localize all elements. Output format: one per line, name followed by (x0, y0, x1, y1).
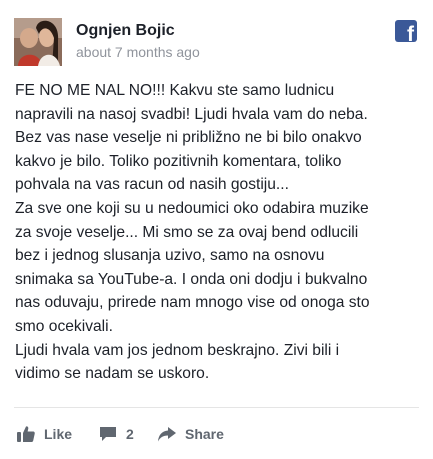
post-line: vidimo se nadam se uskoro. (15, 365, 210, 383)
review-card: Ognjen Bojic about 7 months ago f FE NO … (0, 0, 433, 459)
post-line: Za sve one koji su u nedoumici oko odabi… (15, 199, 369, 217)
facebook-icon[interactable]: f (395, 20, 417, 42)
share-arrow-icon (157, 425, 177, 443)
like-button[interactable]: Like (16, 420, 72, 448)
share-label: Share (185, 426, 224, 442)
post-text: FE NO ME NAL NO!!! Kakvu ste samo ludnic… (15, 79, 420, 386)
post-line: za svoje veselje... Mi smo se za ovaj be… (15, 223, 359, 241)
author-name[interactable]: Ognjen Bojic (76, 22, 175, 40)
post-line: FE NO ME NAL NO!!! Kakvu ste samo ludnic… (15, 82, 335, 99)
post-line: Bez vas nase veselje ni približno ne bi … (15, 129, 362, 147)
post-line: Ljudi hvala vam jos jednom beskrajno. Zi… (15, 341, 340, 359)
post-actions: Like 2 Share (16, 420, 417, 448)
avatar-photo (14, 18, 62, 66)
post-line: kakvo je bilo. Toliko pozitivnih komenta… (15, 152, 342, 170)
actions-divider (14, 407, 419, 408)
comment-button[interactable]: 2 (98, 420, 134, 448)
facebook-f-glyph: f (407, 23, 414, 42)
comment-icon (98, 425, 118, 443)
post-line: snimaka sa YouTube-a. I onda oni dodju i… (15, 270, 368, 288)
avatar[interactable] (14, 18, 62, 66)
post-line: bez i jednog slusanja uzivo, samo na osn… (15, 247, 325, 265)
post-line: pohvala na vas racun od nasih gostiju... (15, 176, 289, 194)
post-line: smo ocekivali. (15, 317, 113, 335)
post-timestamp[interactable]: about 7 months ago (76, 44, 200, 60)
post-line: napravili na nasoj svadbi! Ljudi hvala v… (15, 105, 368, 123)
thumbs-up-icon (16, 425, 36, 443)
post-line: nas oduvaju, prirede nam mnogo vise od o… (15, 294, 370, 312)
share-button[interactable]: Share (157, 420, 224, 448)
like-label: Like (44, 426, 73, 442)
post-header: Ognjen Bojic about 7 months ago f (14, 18, 419, 66)
comment-count: 2 (126, 426, 134, 442)
